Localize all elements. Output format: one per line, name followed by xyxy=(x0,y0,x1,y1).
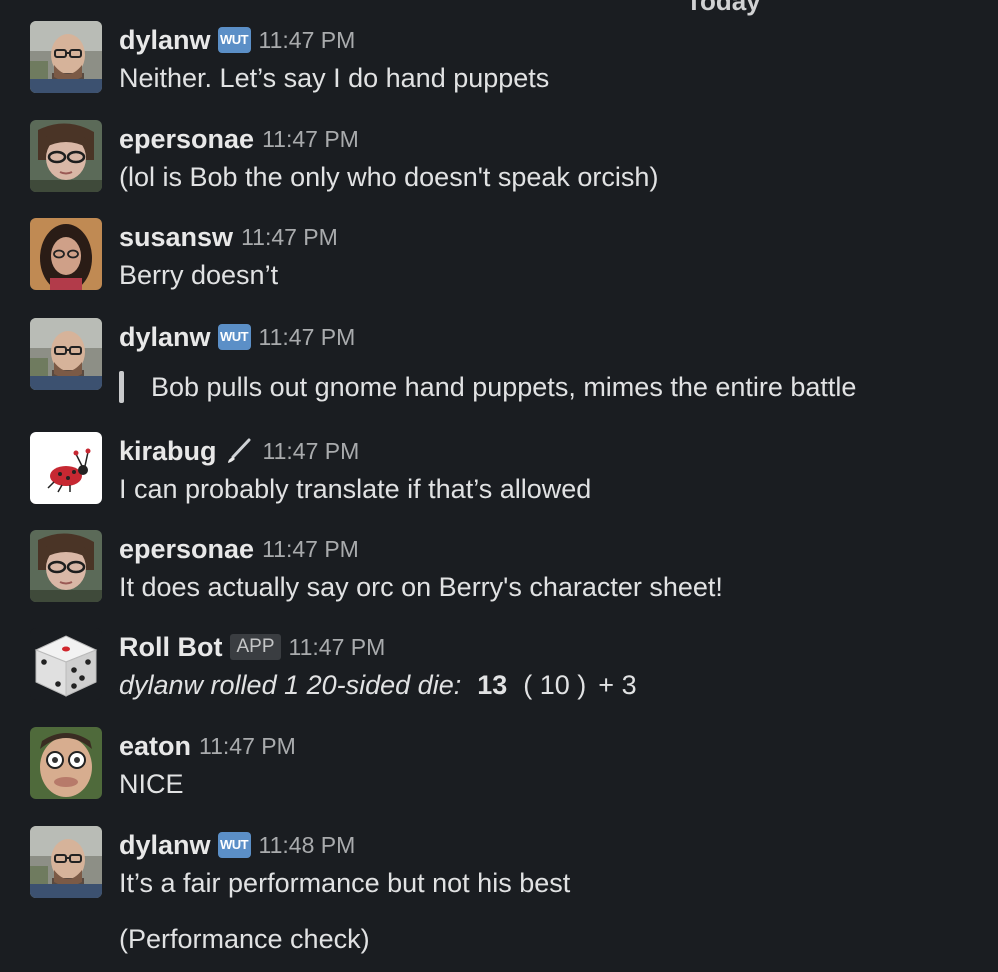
bald-man-glasses-avatar-icon xyxy=(30,826,102,898)
roll-modifier: + 3 xyxy=(598,670,637,700)
date-divider-label: Today xyxy=(686,0,761,16)
avatar[interactable] xyxy=(30,727,102,799)
timestamp[interactable]: 11:47 PM xyxy=(199,733,296,760)
wut-badge: WUT xyxy=(217,27,251,53)
username[interactable]: Roll Bot xyxy=(119,632,222,663)
message-text: Berry doesn’t xyxy=(119,260,279,290)
timestamp[interactable]: 11:47 PM xyxy=(289,634,386,661)
timestamp[interactable]: 11:48 PM xyxy=(259,832,356,859)
wut-badge: WUT xyxy=(217,832,251,858)
roll-result: dylanw rolled 1 20-sided die: 13 ( 10 ) + 3 xyxy=(119,666,988,704)
avatar[interactable] xyxy=(30,432,102,504)
avatar[interactable] xyxy=(30,826,102,898)
timestamp[interactable]: 11:47 PM xyxy=(262,126,359,153)
timestamp[interactable]: 11:47 PM xyxy=(262,536,359,563)
paintbrush-icon xyxy=(223,435,255,467)
quoted-text: Bob pulls out gnome hand puppets, mimes … xyxy=(119,368,988,406)
timestamp[interactable]: 11:47 PM xyxy=(263,438,360,465)
username[interactable]: kirabug xyxy=(119,436,217,467)
username[interactable]: eaton xyxy=(119,731,191,762)
message-text: (Performance check) xyxy=(119,924,370,954)
username[interactable]: dylanw xyxy=(119,25,211,56)
ladybug-avatar-icon xyxy=(30,432,102,504)
avatar[interactable] xyxy=(30,120,102,192)
roll-description: dylanw rolled 1 20-sided die: xyxy=(119,670,462,700)
dark-hair-woman-avatar-icon xyxy=(30,218,102,290)
bald-man-glasses-avatar-icon xyxy=(30,318,102,390)
username[interactable]: epersonae xyxy=(119,534,254,565)
avatar[interactable] xyxy=(30,21,102,93)
woman-glasses-avatar-icon xyxy=(30,530,102,602)
message-text: Neither. Let’s say I do hand puppets xyxy=(119,63,550,93)
timestamp[interactable]: 11:47 PM xyxy=(241,224,338,251)
man-face-avatar-icon xyxy=(30,727,102,799)
bald-man-glasses-avatar-icon xyxy=(30,21,102,93)
avatar[interactable] xyxy=(30,218,102,290)
avatar[interactable] xyxy=(30,628,102,700)
username[interactable]: dylanw xyxy=(119,322,211,353)
message-text: I can probably translate if that’s allow… xyxy=(119,474,592,504)
roll-total: 13 xyxy=(477,670,508,700)
woman-glasses-avatar-icon xyxy=(30,120,102,192)
message-text: It does actually say orc on Berry's char… xyxy=(119,572,723,602)
roll-dice: ( 10 ) xyxy=(523,670,587,700)
message-text: NICE xyxy=(119,769,184,799)
message-text: It’s a fair performance but not his best xyxy=(119,868,571,898)
die-avatar-icon xyxy=(30,628,102,700)
username[interactable]: epersonae xyxy=(119,124,254,155)
timestamp[interactable]: 11:47 PM xyxy=(259,324,356,351)
app-badge: APP xyxy=(230,634,281,660)
timestamp[interactable]: 11:47 PM xyxy=(259,27,356,54)
avatar[interactable] xyxy=(30,318,102,390)
avatar[interactable] xyxy=(30,530,102,602)
message-text: (lol is Bob the only who doesn't speak o… xyxy=(119,162,659,192)
username[interactable]: susansw xyxy=(119,222,233,253)
wut-badge: WUT xyxy=(217,324,251,350)
username[interactable]: dylanw xyxy=(119,830,211,861)
